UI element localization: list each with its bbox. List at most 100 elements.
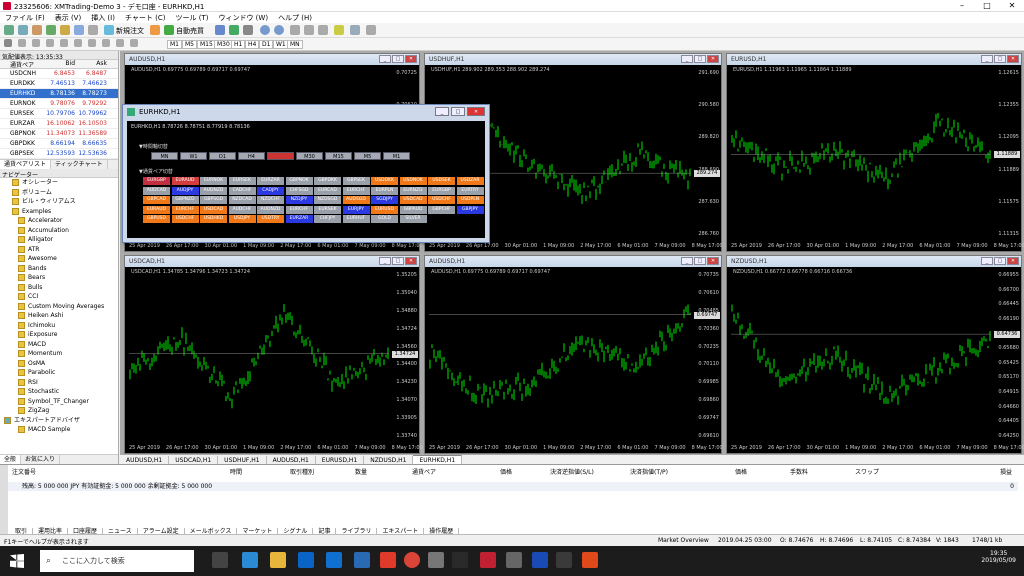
market-watch-row[interactable]: GBPNOK 11.34073 11.36589 (0, 129, 118, 139)
pair-button[interactable]: USDCHF (171, 215, 199, 223)
chart-close-button[interactable]: ✕ (707, 257, 719, 265)
navigator-item[interactable]: ATR (0, 245, 118, 255)
market-watch-icon[interactable] (32, 25, 42, 35)
navigator-item[interactable]: Stochastic (0, 387, 118, 397)
pair-button[interactable]: NZDJPY (285, 196, 313, 204)
market-watch-row[interactable]: EURSEK 10.79706 10.79962 (0, 109, 118, 119)
tf-m30[interactable]: M30 (214, 40, 233, 49)
pair-button[interactable]: CHFSGD (285, 186, 313, 195)
pair-button[interactable]: EURHUF (342, 215, 370, 223)
pair-button[interactable]: GBPDKK (314, 177, 341, 185)
navigator-item[interactable]: Awesome (0, 254, 118, 264)
pair-button[interactable]: GBPAUD (399, 205, 427, 214)
market-watch-row[interactable]: EURNOK 9.78076 9.79292 (0, 99, 118, 109)
pair-button[interactable]: GBPNZD (171, 196, 199, 204)
cursor-icon[interactable] (4, 39, 12, 47)
th-order[interactable]: 注文番号 (12, 467, 36, 476)
app-icon-x[interactable] (480, 552, 496, 568)
pair-button[interactable]: EURSEK (314, 205, 341, 214)
th-time[interactable]: 時間 (230, 467, 242, 476)
pair-button[interactable]: EURUSD (371, 205, 398, 214)
chart-window-titlebar[interactable]: USDHUF,H1 _ □ ✕ (425, 54, 721, 65)
taskbar-search-box[interactable]: ⌕ ここに入力して検索 (40, 550, 194, 572)
tf-button-m15[interactable]: M15 (325, 152, 352, 160)
pair-button[interactable]: GBPCAD (143, 196, 170, 204)
pair-button[interactable]: USDCAD (200, 205, 227, 214)
chart-window[interactable]: EURUSD,H1 _ □ ✕ EURUSD,H1 1.11963 1.11965 1.… (726, 53, 1024, 252)
chart-minimize-button[interactable]: _ (681, 257, 693, 265)
maximize-button[interactable]: □ (975, 0, 999, 12)
chart-minimize-button[interactable]: _ (379, 257, 391, 265)
pair-button[interactable]: GBPNOK (285, 177, 313, 185)
pair-button[interactable]: EURNOK (200, 177, 227, 185)
pair-button[interactable]: NZDCHF (257, 196, 284, 204)
new-order-icon[interactable] (104, 25, 114, 35)
th-price-current[interactable]: 価格 (735, 467, 747, 476)
th-swap[interactable]: スワップ (855, 467, 879, 476)
app-icon-blue[interactable] (532, 552, 548, 568)
pair-button[interactable]: EURGBP (428, 186, 455, 195)
line-chart-icon[interactable] (243, 25, 253, 35)
word-icon[interactable] (354, 552, 370, 568)
mail-icon[interactable] (326, 552, 342, 568)
store-icon[interactable] (298, 552, 314, 568)
market-watch-row[interactable]: EURDKK 7.46513 7.46623 (0, 79, 118, 89)
edge-icon[interactable] (242, 552, 258, 568)
th-symbol[interactable]: 通貨ペア (412, 467, 436, 476)
pair-button[interactable]: CADCHF (228, 186, 256, 195)
th-profit[interactable]: 損益 (1000, 467, 1012, 476)
chart-window-titlebar[interactable]: EURUSD,H1 _ □ ✕ (727, 54, 1021, 65)
pair-button[interactable]: EURCHF (171, 205, 199, 214)
navigator-item[interactable]: Momentum (0, 349, 118, 359)
chrome-icon[interactable] (404, 552, 420, 568)
chart-window[interactable]: NZDUSD,H1 _ □ ✕ NZDUSD,H1 0.66772 0.66778 0.… (726, 255, 1024, 454)
th-commission[interactable]: 手数料 (790, 467, 808, 476)
tf-button-m30[interactable]: M30 (296, 152, 323, 160)
chart-close-button[interactable]: ✕ (1007, 55, 1019, 63)
navigator-item[interactable]: Bands (0, 264, 118, 274)
data-window-icon[interactable] (46, 25, 56, 35)
market-watch-row[interactable]: EURZAR 16.10062 16.10503 (0, 119, 118, 129)
pair-button[interactable]: EURSEK (228, 177, 256, 185)
pair-button[interactable]: GBPSGD (200, 196, 227, 204)
chart-minimize-button[interactable]: _ (681, 55, 693, 63)
chart-window-titlebar[interactable]: AUDUSD,H1 _ □ ✕ (125, 54, 419, 65)
chart-maximize-button[interactable]: □ (694, 257, 706, 265)
navigator-item[interactable]: Accelerator (0, 216, 118, 226)
chart-close-button[interactable]: ✕ (405, 55, 417, 63)
price-chart[interactable] (429, 276, 691, 433)
vertical-line-icon[interactable] (32, 39, 40, 47)
pair-button[interactable]: EURPLN (371, 186, 398, 195)
arrows-icon[interactable] (130, 39, 138, 47)
horizontal-line-icon[interactable] (46, 39, 54, 47)
bar-chart-icon[interactable] (215, 25, 225, 35)
pair-button[interactable]: AUDJPY (171, 186, 199, 195)
tf-button-mn[interactable]: MN (151, 152, 178, 160)
popup-close-button[interactable]: ✕ (467, 107, 485, 116)
tf-m1[interactable]: M1 (167, 40, 182, 49)
pair-button[interactable]: EURZAR (257, 177, 284, 185)
tf-h1[interactable]: H1 (231, 40, 246, 49)
chart-maximize-button[interactable]: □ (392, 55, 404, 63)
price-chart[interactable] (129, 276, 389, 433)
tf-m5[interactable]: M5 (182, 40, 197, 49)
pair-button[interactable]: USDHKD (200, 215, 227, 223)
auto-trade-button[interactable]: 自動売買 (176, 26, 204, 36)
chart-window-titlebar[interactable]: USDCAD,H1 _ □ ✕ (125, 256, 419, 267)
th-price[interactable]: 価格 (500, 467, 512, 476)
pair-button[interactable]: EURGBP (143, 177, 170, 185)
crosshair-icon[interactable] (18, 39, 26, 47)
th-sl[interactable]: 決済逆指値(S/L) (550, 467, 594, 476)
pair-button[interactable]: AUDNZD (200, 186, 227, 195)
pair-button[interactable]: SGDJPY (371, 196, 398, 204)
tf-button-w1[interactable]: W1 (180, 152, 207, 160)
pair-button[interactable]: USDJPY (228, 215, 256, 223)
pair-button[interactable]: GBPCHF (428, 205, 455, 214)
pair-button[interactable]: EURCHF (342, 186, 370, 195)
profiles-icon[interactable] (18, 25, 28, 35)
text-icon[interactable] (102, 39, 110, 47)
tf-mn[interactable]: MN (287, 40, 303, 49)
pair-button[interactable]: USDCAD (399, 196, 427, 204)
market-watch-row[interactable]: USDCNH 6.8453 6.8487 (0, 69, 118, 79)
pair-button[interactable]: EURAUD (171, 177, 199, 185)
